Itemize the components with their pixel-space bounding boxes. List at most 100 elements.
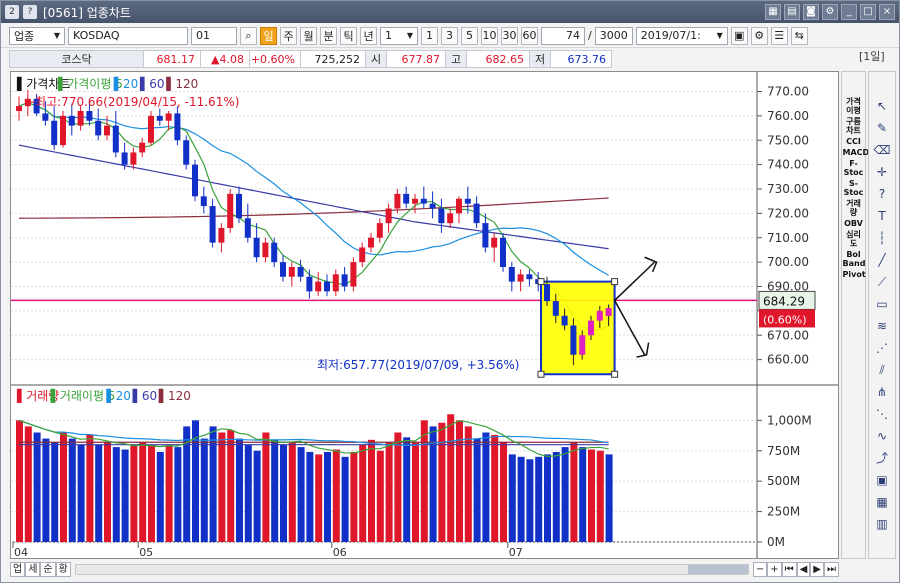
- indicator-obv[interactable]: OBV: [843, 219, 865, 228]
- pitchfork-icon[interactable]: ⋔: [872, 383, 892, 401]
- wave-icon[interactable]: ∿: [872, 427, 892, 445]
- next-icon[interactable]: ▶: [810, 562, 824, 577]
- interval-1-button[interactable]: 1: [421, 26, 438, 45]
- export-icon[interactable]: ▤: [784, 4, 800, 20]
- indicator-fstoc[interactable]: F-Stoc: [843, 159, 865, 177]
- close-button[interactable]: ×: [879, 4, 895, 20]
- trendline-icon[interactable]: ╱: [872, 251, 892, 269]
- volume-bar: [482, 432, 490, 542]
- period-year[interactable]: 년: [360, 26, 377, 45]
- candle-body: [174, 113, 181, 141]
- tab-status[interactable]: 황: [55, 562, 71, 577]
- maximize-button[interactable]: □: [860, 4, 876, 20]
- pointer-icon[interactable]: ↖: [872, 97, 892, 115]
- interval-select[interactable]: 1 ▼: [380, 26, 418, 45]
- candle-body: [280, 262, 286, 277]
- minimize-button[interactable]: _: [841, 4, 857, 20]
- window-tool-icon[interactable]: ▣: [872, 471, 892, 489]
- tab-detail[interactable]: 세: [25, 562, 41, 577]
- search-button[interactable]: ⌕: [240, 26, 257, 45]
- interval-3-button[interactable]: 3: [441, 26, 458, 45]
- chart-svg[interactable]: 770.00 760.00 750.00 740.00 730.00 720.00 710.…: [11, 72, 838, 558]
- count-b-input[interactable]: 3000: [594, 26, 633, 45]
- chevron-down-icon: ▼: [53, 31, 60, 40]
- fan-icon[interactable]: ⋱: [872, 405, 892, 423]
- period-minute[interactable]: 분: [320, 26, 337, 45]
- interval-5-button[interactable]: 5: [461, 26, 478, 45]
- grid-icon[interactable]: ▦: [765, 4, 781, 20]
- mode-select[interactable]: 업종 ▼: [9, 26, 65, 45]
- channel-icon[interactable]: ⫽: [872, 361, 892, 379]
- volume-bar: [517, 456, 525, 542]
- camera-icon[interactable]: ◙: [803, 4, 819, 20]
- interval-30-button[interactable]: 30: [501, 26, 518, 45]
- rectangle-icon[interactable]: ▭: [872, 295, 892, 313]
- x-tick-label: 04: [14, 546, 28, 558]
- period-month[interactable]: 월: [300, 26, 317, 45]
- price-tick-label: 740.00: [767, 158, 809, 172]
- last-icon[interactable]: ⏭: [824, 562, 839, 577]
- date-picker[interactable]: 2019/07/1: ▼: [635, 26, 728, 45]
- period-day[interactable]: 일: [260, 26, 277, 45]
- fibonacci-icon[interactable]: ≋: [872, 317, 892, 335]
- list-icon[interactable]: ☰: [770, 26, 788, 45]
- price-tick-label: 730.00: [767, 182, 809, 196]
- indicator-macd[interactable]: MACD: [843, 148, 870, 157]
- scrollbar[interactable]: [74, 564, 749, 575]
- interval-60-button[interactable]: 60: [521, 26, 538, 45]
- period-tick[interactable]: 틱: [340, 26, 357, 45]
- period-week[interactable]: 주: [280, 26, 297, 45]
- auto-trend-icon[interactable]: ⤴: [872, 449, 892, 467]
- indicator-volume[interactable]: 거래량: [843, 199, 865, 217]
- compare-icon[interactable]: ⇆: [790, 26, 808, 45]
- scrollbar-thumb[interactable]: [687, 565, 748, 574]
- volume-bar: [491, 434, 499, 542]
- indicator-sstoc[interactable]: S-Stoc: [843, 179, 865, 197]
- erase-all-icon[interactable]: ⌫: [872, 141, 892, 159]
- zoom-out-icon[interactable]: −: [752, 562, 768, 577]
- code-input[interactable]: 01: [191, 26, 237, 45]
- ray-icon[interactable]: ⟋: [872, 273, 892, 291]
- prev-icon[interactable]: ◀: [796, 562, 811, 577]
- gann-icon[interactable]: ⋰: [872, 339, 892, 357]
- candle-body: [438, 208, 445, 224]
- price-tick-label: 710.00: [767, 231, 809, 245]
- grid-tool-icon[interactable]: ▦: [872, 493, 892, 511]
- volume-bar: [570, 442, 578, 542]
- gear-icon[interactable]: ⚙: [750, 26, 768, 45]
- index-change: ▲4.08: [200, 50, 250, 68]
- count-a-input[interactable]: 74: [541, 26, 585, 45]
- volume-bar: [588, 449, 595, 542]
- highlight-candle-body: [588, 320, 594, 336]
- candle-body: [77, 111, 84, 126]
- save-icon[interactable]: ▣: [730, 26, 748, 45]
- volume-bar: [544, 454, 551, 542]
- highlight-handle: [537, 278, 545, 286]
- chart-area[interactable]: 770.00 760.00 750.00 740.00 730.00 720.00 710.…: [10, 71, 839, 559]
- crosshair-icon[interactable]: ✛: [872, 163, 892, 181]
- tab-sector[interactable]: 업: [10, 562, 26, 577]
- indicator-price-ma[interactable]: 가격이평: [843, 97, 865, 115]
- help-tool-icon[interactable]: ?: [872, 185, 892, 203]
- candle-body: [482, 223, 489, 248]
- text-tool-icon[interactable]: T: [872, 207, 892, 225]
- high-value: 682.65: [466, 50, 530, 68]
- first-icon[interactable]: ⏮: [781, 562, 797, 577]
- interval-10-button[interactable]: 10: [481, 26, 498, 45]
- indicator-pivot[interactable]: Pivot: [843, 270, 866, 279]
- settings-icon[interactable]: ⚙: [822, 4, 838, 20]
- zoom-in-icon[interactable]: +: [767, 562, 782, 577]
- indicator-psychology[interactable]: 심리도: [843, 230, 865, 248]
- bar-chart-icon[interactable]: ▥: [872, 515, 892, 533]
- help-icon[interactable]: ?: [23, 5, 37, 19]
- tab-order[interactable]: 순: [40, 562, 56, 577]
- indicator-cci[interactable]: CCI: [843, 137, 865, 146]
- market-select[interactable]: KOSDAQ: [68, 26, 188, 45]
- volume-bar: [200, 438, 208, 542]
- vline-icon[interactable]: ┆: [872, 229, 892, 247]
- eraser-icon[interactable]: ✎: [872, 119, 892, 137]
- highlight-box: [540, 280, 616, 376]
- indicator-bollinger[interactable]: Bol Band: [843, 250, 866, 268]
- candle-body: [42, 113, 49, 121]
- indicator-cloud[interactable]: 구름차트: [843, 117, 865, 135]
